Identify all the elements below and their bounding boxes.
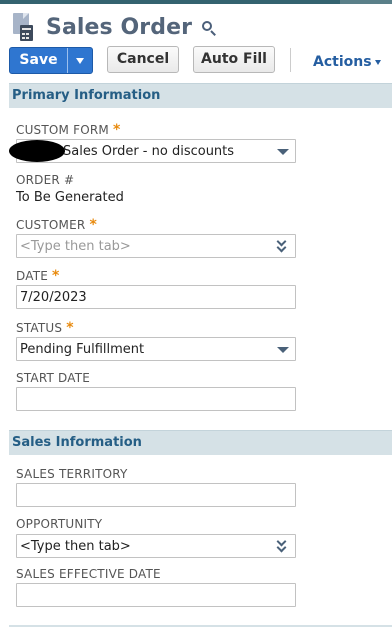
customer-placeholder: <Type then tab> xyxy=(20,239,131,254)
actions-menu[interactable]: Actions xyxy=(313,54,381,70)
section-title: Sales Information xyxy=(12,435,142,450)
order-number-label: ORDER # xyxy=(16,173,75,187)
required-marker: * xyxy=(89,217,97,233)
auto-fill-button[interactable]: Auto Fill xyxy=(193,46,275,73)
double-chevron-down-icon[interactable] xyxy=(276,236,289,253)
top-accent-bar xyxy=(0,0,392,4)
sales-territory-label: SALES TERRITORY xyxy=(16,467,128,481)
section-primary-information[interactable]: Primary Information xyxy=(9,83,392,108)
custom-form-select[interactable]: Sales Order - no discounts xyxy=(9,139,296,163)
sales-effective-date-label: SALES EFFECTIVE DATE xyxy=(16,567,161,581)
search-icon[interactable] xyxy=(201,20,217,36)
double-chevron-down-icon[interactable] xyxy=(276,536,289,553)
page-title: Sales Order xyxy=(46,14,193,40)
date-label: DATE * xyxy=(16,268,60,284)
status-label: STATUS * xyxy=(16,320,74,336)
sales-territory-field[interactable] xyxy=(16,483,296,507)
required-marker: * xyxy=(52,268,60,284)
status-value: Pending Fulfillment xyxy=(20,342,145,357)
customer-label: CUSTOMER * xyxy=(16,217,97,233)
save-button-label: Save xyxy=(19,52,58,68)
save-button[interactable]: Save xyxy=(9,47,93,74)
start-date-field[interactable] xyxy=(16,387,296,411)
section-title: Primary Information xyxy=(12,88,161,103)
redaction-mark xyxy=(9,140,65,162)
top-accent-bar-end xyxy=(340,0,392,4)
page-header: Sales Order xyxy=(10,10,217,44)
start-date-label: START DATE xyxy=(16,371,91,385)
toolbar: Save Cancel Auto Fill Actions xyxy=(9,46,392,74)
sales-order-calculator-icon xyxy=(10,11,38,43)
chevron-down-icon xyxy=(277,347,289,353)
date-value: 7/20/2023 xyxy=(20,290,87,305)
customer-field[interactable]: <Type then tab> xyxy=(16,234,296,258)
chevron-down-icon xyxy=(374,59,381,65)
sales-effective-date-field[interactable] xyxy=(16,583,296,607)
toolbar-divider xyxy=(290,48,291,72)
custom-form-value: Sales Order - no discounts xyxy=(63,144,235,159)
cancel-button[interactable]: Cancel xyxy=(107,46,179,73)
opportunity-value: <Type then tab> xyxy=(20,539,131,554)
custom-form-label: CUSTOM FORM * xyxy=(16,122,121,138)
opportunity-field[interactable]: <Type then tab> xyxy=(16,534,296,558)
actions-menu-label: Actions xyxy=(313,54,372,70)
save-options-chevron-down-icon[interactable] xyxy=(68,48,92,73)
order-number-value: To Be Generated xyxy=(16,190,124,205)
required-marker: * xyxy=(66,320,74,336)
section-sales-information[interactable]: Sales Information xyxy=(9,430,392,455)
required-marker: * xyxy=(112,122,121,138)
status-select[interactable]: Pending Fulfillment xyxy=(16,337,296,361)
date-field[interactable]: 7/20/2023 xyxy=(16,285,296,309)
opportunity-label: OPPORTUNITY xyxy=(16,517,103,531)
chevron-down-icon xyxy=(277,149,289,155)
